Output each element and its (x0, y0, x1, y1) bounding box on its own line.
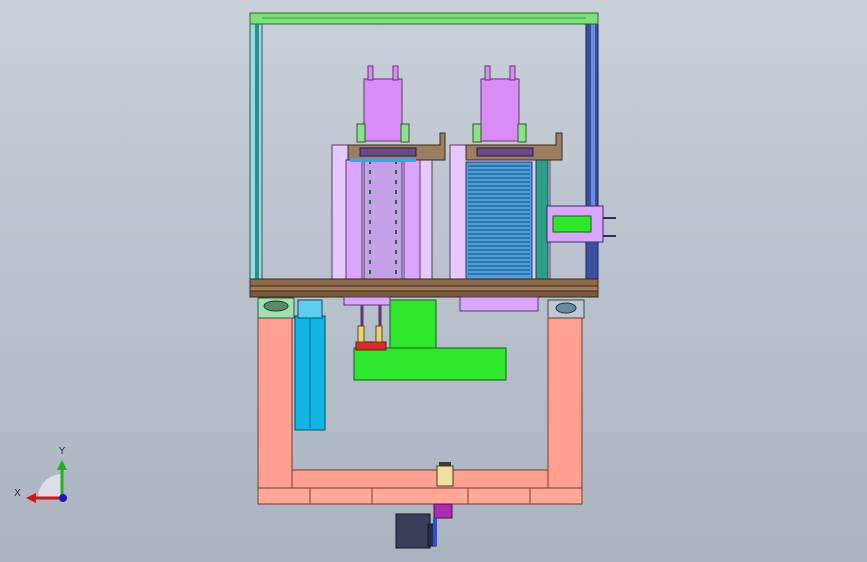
triad-quarter-disc (38, 474, 62, 498)
bottom-motor-coupler (433, 503, 453, 519)
left-frame-post-inner (255, 15, 259, 283)
y-axis-label: Y (58, 446, 66, 457)
bottom-motor-shaft (433, 518, 437, 546)
red-clamp (355, 341, 387, 351)
right-bracket-green-a (472, 123, 482, 143)
right-carriage-slot (476, 147, 534, 157)
pin-b (375, 325, 383, 343)
base-plate-mid (249, 285, 599, 292)
left-carriage-strip (350, 158, 416, 162)
left-column-inner-a (345, 159, 363, 283)
lower-violet-right (459, 296, 539, 312)
center-post-cap (439, 462, 451, 466)
pink-foot (257, 487, 583, 505)
left-motor-body (363, 78, 403, 142)
left-column-inner-b (403, 159, 421, 283)
green-drive (343, 296, 539, 381)
right-motor-body (480, 78, 520, 142)
pink-bottom-beam (291, 469, 549, 489)
center-post (436, 462, 454, 487)
x-axis-label: X (14, 488, 21, 499)
pink-right-leg (547, 317, 583, 489)
lower-violet-left (343, 296, 391, 306)
center-post-body (436, 465, 454, 487)
right-bracket-green-b (517, 123, 527, 143)
right-bearing (555, 302, 577, 314)
left-motor-shaft-b (392, 65, 399, 81)
right-side-rail (535, 159, 549, 283)
z-axis-dot (59, 494, 67, 502)
pin-a (357, 325, 365, 343)
wheel-hub (297, 299, 323, 319)
assembly-drawing[interactable] (0, 0, 867, 562)
green-drive-horizontal (353, 347, 507, 381)
right-motor-shaft-a (484, 65, 491, 81)
base-plate-top (249, 278, 599, 287)
cad-viewport[interactable]: X Y (0, 0, 867, 562)
cyan-wheel (294, 299, 326, 431)
left-bracket-green-a (356, 123, 366, 143)
base-plate-bottom (249, 290, 599, 298)
right-motor-shaft-b (509, 65, 516, 81)
right-actuator-core (552, 215, 592, 233)
left-bracket-green-b (400, 123, 410, 143)
bottom-motor-body (395, 513, 431, 549)
bottom-motor (395, 503, 453, 549)
left-motor-shaft-a (367, 65, 374, 81)
right-actuator-mount (588, 242, 596, 280)
x-axis-head (26, 493, 36, 503)
left-bearing (263, 300, 289, 312)
left-column-assembly (331, 65, 446, 283)
pink-left-leg (257, 317, 293, 489)
axis-triad[interactable]: X Y (10, 438, 90, 518)
y-axis-head (57, 460, 67, 470)
base-plate (249, 278, 599, 298)
left-carriage-slot (359, 147, 417, 157)
